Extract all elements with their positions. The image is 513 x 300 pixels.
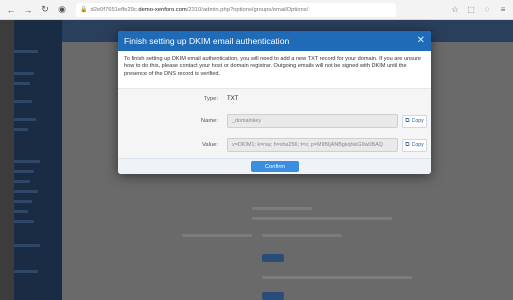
- type-row: Type: TXT: [118, 92, 431, 106]
- reload-icon[interactable]: ↻: [38, 3, 52, 17]
- address-bar[interactable]: 🔒 d2e0f7651effe29c. demo-xenforo.com/2310…: [76, 2, 396, 17]
- bookmark-icon[interactable]: ☆: [449, 4, 461, 16]
- extensions-icon[interactable]: ⬚: [465, 4, 477, 16]
- copy-name-button[interactable]: ⧉ Copy: [402, 114, 427, 128]
- type-value: TXT: [227, 96, 239, 102]
- dkim-setup-dialog: Finish setting up DKIM email authenticat…: [118, 31, 431, 174]
- dialog-description: To finish setting up DKIM email authenti…: [124, 56, 422, 77]
- forward-icon[interactable]: →: [21, 3, 35, 17]
- dialog-header: Finish setting up DKIM email authenticat…: [118, 31, 431, 51]
- account-icon[interactable]: ◌: [481, 4, 493, 16]
- browser-toolbar: ← → ↻ ◉ 🔒 d2e0f7651effe29c. demo-xenforo.…: [0, 0, 513, 20]
- dialog-footer: Confirm: [118, 158, 431, 174]
- confirm-button[interactable]: Confirm: [251, 161, 299, 172]
- name-label: Name:: [200, 118, 218, 124]
- dns-record-form: Type: TXT Name: _domainkey ⧉ Copy Value:…: [118, 88, 431, 158]
- value-field[interactable]: v=DKIM1; k=rsa; h=sha256; t=s; p=MIIBIjA…: [227, 138, 398, 152]
- close-icon[interactable]: ✕: [417, 36, 425, 46]
- menu-icon[interactable]: ≡: [497, 4, 509, 16]
- copy-icon: ⧉: [405, 117, 410, 124]
- name-row: Name: _domainkey ⧉ Copy: [118, 114, 431, 128]
- url-prefix: d2e0f7651effe29c.: [90, 6, 139, 13]
- name-field[interactable]: _domainkey: [227, 114, 398, 128]
- left-edge-strip: [0, 20, 14, 300]
- shield-icon[interactable]: ◉: [55, 3, 69, 17]
- url-path: /2310/admin.php?options/groups/emailOpti…: [186, 6, 309, 13]
- url-domain: demo-xenforo.com: [138, 6, 187, 13]
- copy-value-button[interactable]: ⧉ Copy: [402, 138, 427, 152]
- copy-label: Copy: [411, 142, 424, 148]
- dialog-title: Finish setting up DKIM email authenticat…: [124, 36, 290, 46]
- copy-label: Copy: [411, 118, 424, 124]
- back-icon[interactable]: ←: [4, 3, 18, 17]
- copy-icon: ⧉: [405, 141, 410, 148]
- type-label: Type:: [203, 96, 218, 102]
- value-label: Value:: [201, 142, 218, 148]
- value-row: Value: v=DKIM1; k=rsa; h=sha256; t=s; p=…: [118, 138, 431, 152]
- lock-icon: 🔒: [80, 7, 88, 13]
